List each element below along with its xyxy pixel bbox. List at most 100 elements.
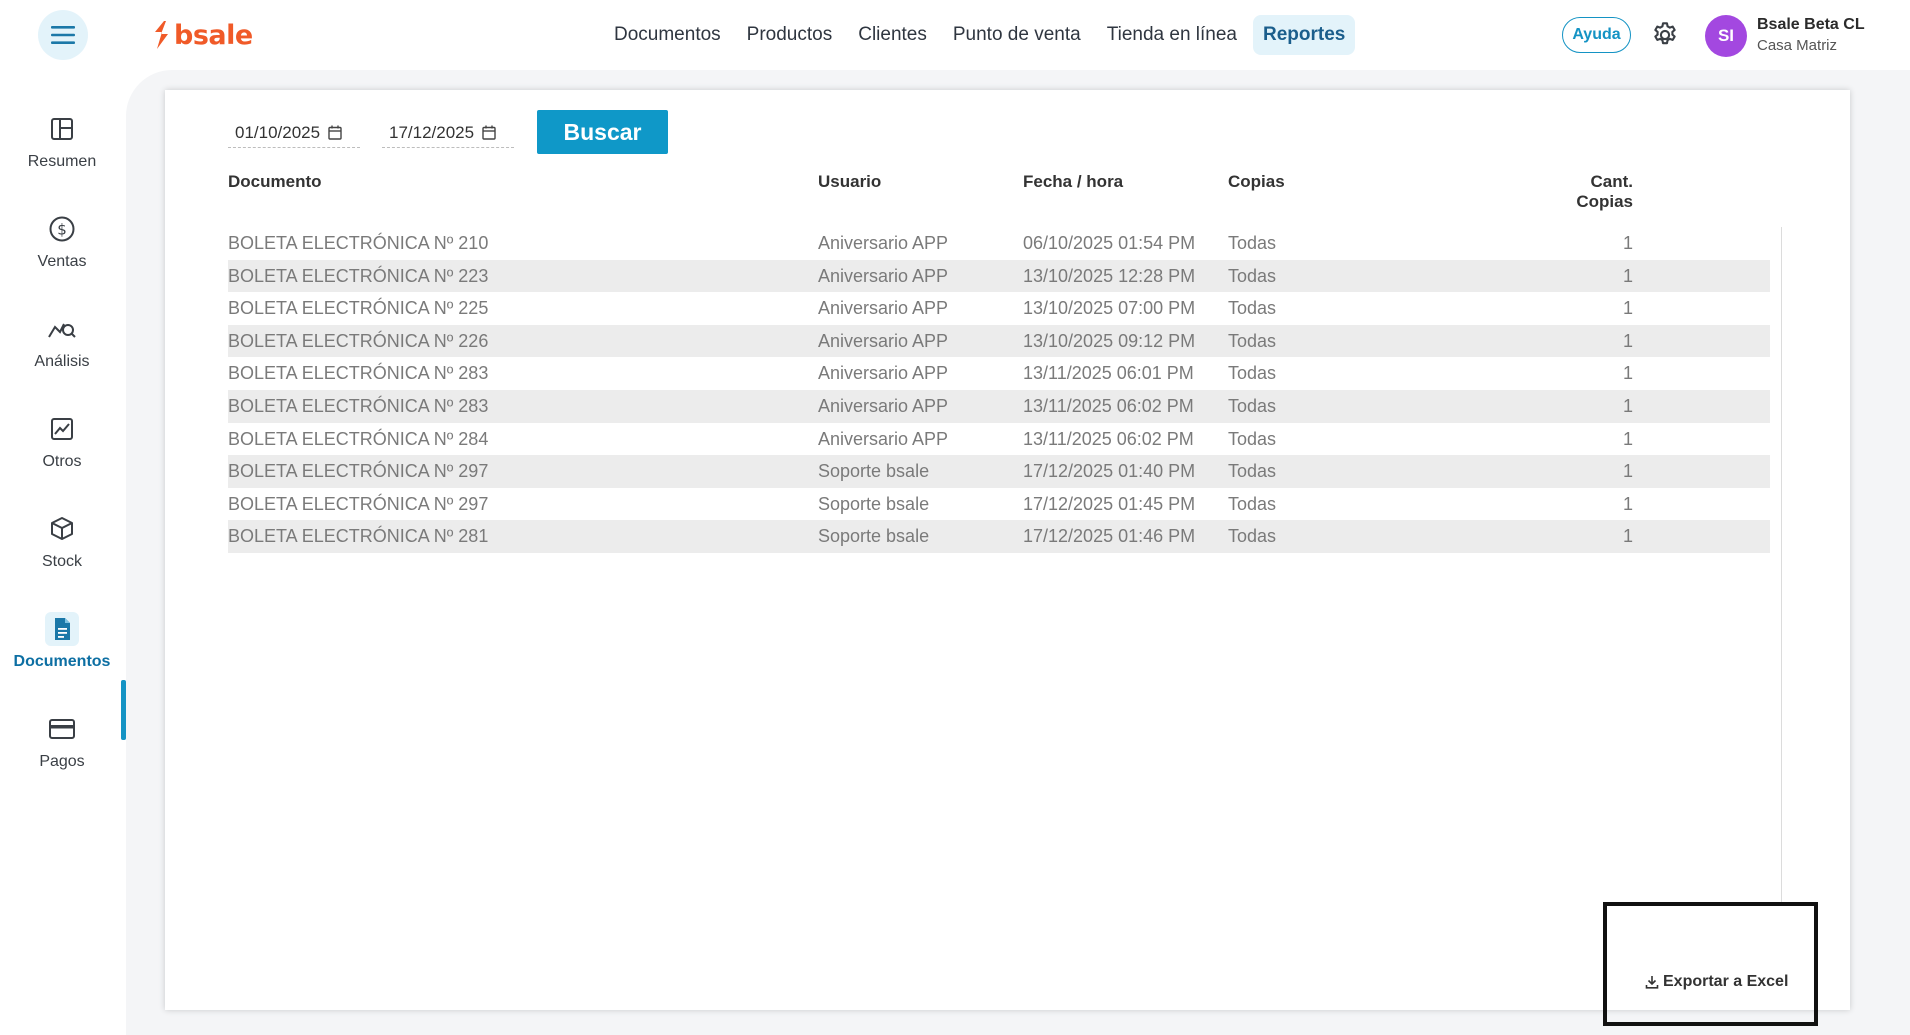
cell-copias: Todas	[1228, 395, 1277, 416]
sidebar-item-label: Otros	[42, 453, 82, 470]
nav-punto-de-venta[interactable]: Punto de venta	[943, 15, 1091, 55]
cell-fecha-hora: 13/10/2025 09:12 PM	[1023, 330, 1196, 351]
documents-table: BOLETA ELECTRÓNICA Nº 210 Aniversario AP…	[228, 227, 1770, 553]
export-excel-button[interactable]: Exportar a Excel	[1645, 973, 1788, 991]
column-header-fecha-hora[interactable]: Fecha / hora	[1023, 172, 1123, 192]
cell-cant-copias: 1	[1622, 298, 1633, 319]
date-from-field[interactable]: 01/10/2025	[228, 118, 360, 148]
cell-documento: BOLETA ELECTRÓNICA Nº 284	[228, 428, 489, 449]
sidebar-item-stock[interactable]: Stock	[0, 512, 124, 592]
scrollbar-track[interactable]	[1781, 227, 1782, 902]
table-row[interactable]: BOLETA ELECTRÓNICA Nº 283 Aniversario AP…	[228, 389, 1770, 423]
sidebar-item-label: Análisis	[34, 353, 90, 370]
user-branch: Casa Matriz	[1757, 37, 1838, 54]
nav-productos[interactable]: Productos	[737, 15, 843, 55]
cell-cant-copias: 1	[1622, 233, 1633, 253]
cell-documento: BOLETA ELECTRÓNICA Nº 297	[228, 461, 489, 482]
sidebar-item-otros[interactable]: Otros	[0, 412, 124, 492]
search-button[interactable]: Buscar	[537, 110, 668, 154]
user-name[interactable]: Bsale Beta CL	[1757, 16, 1865, 34]
cell-usuario: Soporte bsale	[818, 526, 930, 547]
sidebar-item-ventas[interactable]: $ Ventas	[0, 212, 124, 292]
cell-fecha-hora: 17/12/2025 01:45 PM	[1023, 493, 1196, 514]
dollar-circle-icon: $	[45, 212, 79, 246]
cell-cant-copias: 1	[1622, 493, 1633, 514]
nav-reportes[interactable]: Reportes	[1253, 15, 1356, 55]
cell-documento: BOLETA ELECTRÓNICA Nº 223	[228, 265, 489, 286]
cell-documento: BOLETA ELECTRÓNICA Nº 283	[228, 363, 489, 384]
table-row[interactable]: BOLETA ELECTRÓNICA Nº 225 Aniversario AP…	[228, 292, 1770, 325]
sidebar-item-analisis[interactable]: Análisis	[0, 312, 124, 392]
sidebar-item-documentos[interactable]: Documentos	[0, 612, 124, 692]
bsale-logo[interactable]: bsale	[152, 18, 253, 52]
cell-usuario: Soporte bsale	[818, 461, 930, 482]
cell-usuario: Aniversario APP	[818, 428, 949, 449]
date-from-value: 01/10/2025	[235, 122, 321, 142]
calendar-icon	[482, 125, 496, 140]
export-highlight-box: Exportar a Excel	[1603, 902, 1818, 1026]
table-row[interactable]: BOLETA ELECTRÓNICA Nº 226 Aniversario AP…	[228, 324, 1770, 358]
cell-usuario: Aniversario APP	[818, 298, 949, 319]
cell-documento: BOLETA ELECTRÓNICA Nº 210	[228, 233, 489, 253]
calendar-icon	[328, 125, 342, 140]
cell-cant-copias: 1	[1622, 461, 1633, 482]
cell-fecha-hora: 13/10/2025 12:28 PM	[1023, 265, 1196, 286]
sidebar: Resumen $ Ventas Análisis Otros Stock Do…	[0, 70, 126, 1035]
cell-cant-copias: 1	[1622, 526, 1633, 547]
hamburger-icon	[51, 26, 75, 44]
nav-tienda-en-linea[interactable]: Tienda en línea	[1097, 15, 1247, 55]
cell-usuario: Aniversario APP	[818, 395, 949, 416]
cell-fecha-hora: 17/12/2025 01:40 PM	[1023, 461, 1196, 482]
box-icon	[45, 512, 79, 546]
cell-documento: BOLETA ELECTRÓNICA Nº 297	[228, 493, 489, 514]
cell-copias: Todas	[1228, 493, 1277, 514]
column-header-cant-copias[interactable]: Cant. Copias	[1533, 172, 1633, 212]
table-row[interactable]: BOLETA ELECTRÓNICA Nº 281 Soporte bsale …	[228, 520, 1770, 553]
cell-cant-copias: 1	[1622, 428, 1633, 449]
top-nav: Documentos Productos Clientes Punto de v…	[604, 14, 1356, 56]
table-row[interactable]: BOLETA ELECTRÓNICA Nº 284 Aniversario AP…	[228, 423, 1770, 456]
card-icon	[45, 712, 79, 746]
cell-cant-copias: 1	[1622, 363, 1633, 384]
export-label: Exportar a Excel	[1663, 973, 1789, 990]
report-card: 01/10/2025 17/12/2025 Buscar Documento U…	[165, 90, 1850, 1010]
column-header-copias[interactable]: Copias	[1228, 172, 1285, 192]
nav-clientes[interactable]: Clientes	[848, 15, 937, 55]
nav-documentos[interactable]: Documentos	[604, 15, 731, 55]
chart-search-icon	[45, 312, 79, 346]
date-to-field[interactable]: 17/12/2025	[382, 118, 514, 148]
cell-copias: Todas	[1228, 233, 1277, 253]
avatar[interactable]: SI	[1705, 15, 1747, 57]
bolt-icon	[155, 21, 168, 49]
table-row[interactable]: BOLETA ELECTRÓNICA Nº 297 Soporte bsale …	[228, 488, 1770, 521]
svg-text:$: $	[57, 221, 67, 239]
table-row[interactable]: BOLETA ELECTRÓNICA Nº 283 Aniversario AP…	[228, 357, 1770, 390]
cell-usuario: Soporte bsale	[818, 493, 930, 514]
menu-button[interactable]	[38, 10, 88, 60]
cell-documento: BOLETA ELECTRÓNICA Nº 281	[228, 526, 489, 547]
gear-icon[interactable]	[1651, 21, 1679, 49]
table-row[interactable]: BOLETA ELECTRÓNICA Nº 223 Aniversario AP…	[228, 259, 1770, 293]
help-button[interactable]: Ayuda	[1562, 17, 1631, 53]
cell-usuario: Aniversario APP	[818, 330, 949, 351]
cell-documento: BOLETA ELECTRÓNICA Nº 283	[228, 395, 489, 416]
date-to-value: 17/12/2025	[389, 122, 475, 142]
cell-fecha-hora: 13/11/2025 06:01 PM	[1023, 363, 1194, 384]
table-row[interactable]: BOLETA ELECTRÓNICA Nº 297 Soporte bsale …	[228, 455, 1770, 488]
cell-usuario: Aniversario APP	[818, 233, 949, 253]
cell-copias: Todas	[1228, 526, 1277, 547]
sidebar-item-pagos[interactable]: Pagos	[0, 712, 124, 792]
cell-fecha-hora: 17/12/2025 01:46 PM	[1023, 526, 1196, 547]
column-header-documento[interactable]: Documento	[228, 172, 322, 192]
cell-copias: Todas	[1228, 428, 1277, 449]
sidebar-item-resumen[interactable]: Resumen	[0, 112, 124, 192]
top-bar: bsale Documentos Productos Clientes Punt…	[0, 0, 1910, 70]
cell-fecha-hora: 13/10/2025 07:00 PM	[1023, 298, 1196, 319]
cell-copias: Todas	[1228, 330, 1277, 351]
sidebar-item-label: Resumen	[27, 153, 97, 170]
cell-fecha-hora: 13/11/2025 06:02 PM	[1023, 428, 1194, 449]
table-row[interactable]: BOLETA ELECTRÓNICA Nº 210 Aniversario AP…	[228, 227, 1770, 260]
document-icon	[45, 612, 79, 646]
cell-copias: Todas	[1228, 265, 1277, 286]
column-header-usuario[interactable]: Usuario	[818, 172, 881, 192]
